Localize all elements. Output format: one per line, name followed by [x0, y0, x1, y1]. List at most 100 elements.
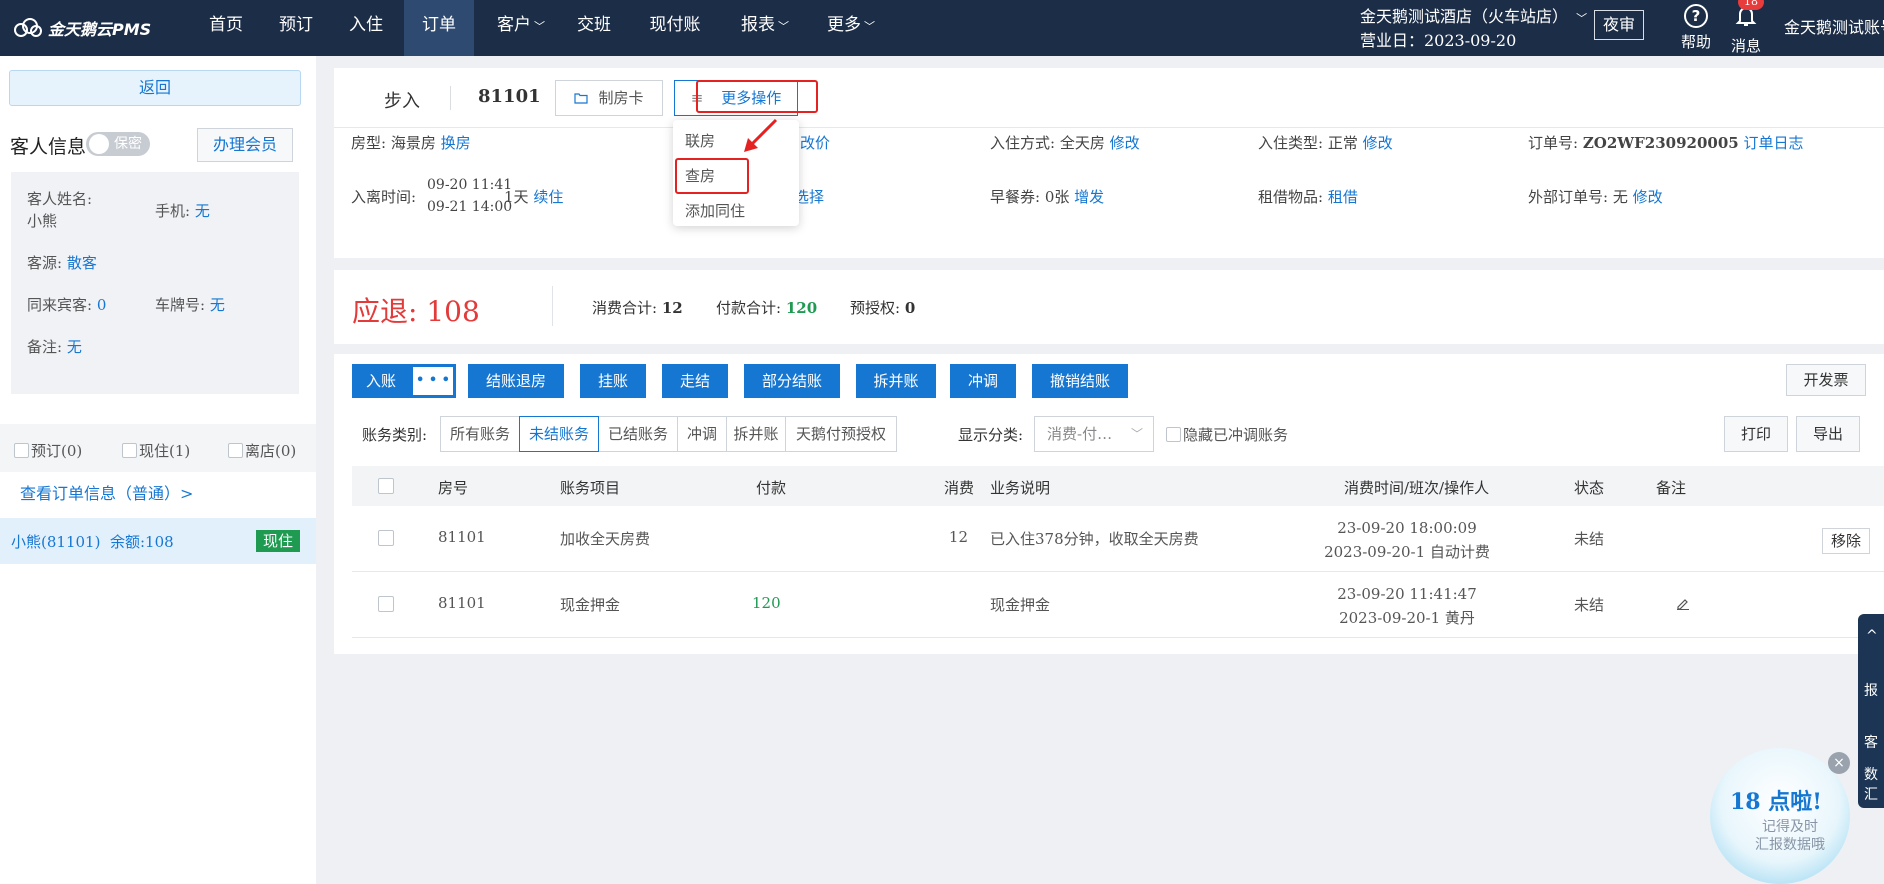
checkout-button[interactable]: 结账退房	[468, 364, 564, 398]
plate-value[interactable]: 无	[210, 296, 225, 314]
add-breakfast-link[interactable]: 增发	[1074, 188, 1104, 206]
night-audit-button[interactable]: 夜审	[1594, 10, 1644, 40]
hotel-name: 金天鹅测试酒店（火车站店）	[1360, 7, 1569, 26]
tab-settled-accounts[interactable]: 已结账务	[598, 416, 678, 452]
menu-item-add-cohabitant[interactable]: 添加同住	[685, 200, 745, 221]
nav-customers[interactable]: 客户 ﹀	[486, 0, 556, 56]
row-checkbox[interactable]	[378, 530, 394, 546]
remove-button[interactable]: 移除	[1822, 528, 1870, 554]
make-room-card-button[interactable]: 制房卡	[555, 80, 663, 116]
tab-split-merge[interactable]: 拆并账	[726, 416, 786, 452]
checkbox[interactable]	[14, 443, 29, 458]
remark-field: 备注: 无	[27, 336, 82, 357]
source-label: 客源:	[27, 254, 63, 272]
walk-settle-button[interactable]: 走结	[662, 364, 728, 398]
register-member-button[interactable]: 办理会员	[197, 128, 293, 162]
select-all-checkbox[interactable]	[378, 478, 394, 494]
nav-booking[interactable]: 预订	[268, 0, 324, 56]
tab-preauth[interactable]: 天鹅付预授权	[785, 416, 897, 452]
checkbox[interactable]	[228, 443, 243, 458]
phone-value[interactable]: 无	[195, 202, 210, 220]
chevron-down-icon: ﹀	[1130, 427, 1143, 441]
display-category-select[interactable]: 消费-付… ﹀	[1034, 416, 1154, 452]
post-entry-more-button[interactable]: • • •	[413, 367, 453, 395]
rental-label: 租借物品:	[1258, 188, 1324, 206]
modify-external-order-link[interactable]: 修改	[1633, 188, 1663, 206]
messages-button[interactable]: 消息	[1726, 4, 1766, 56]
checkbox[interactable]	[122, 443, 137, 458]
undo-settle-button[interactable]: 撤销结账	[1032, 364, 1128, 398]
order-number-value: ZO2WF230920005	[1582, 134, 1739, 152]
remark-value[interactable]: 无	[67, 338, 82, 356]
nav-cash-account[interactable]: 现付账	[640, 0, 710, 56]
change-room-link[interactable]: 换房	[441, 134, 471, 152]
hotel-selector[interactable]: 金天鹅测试酒店（火车站店） ﹀ 营业日：2023-09-20	[1360, 6, 1587, 52]
consume-total-value: 12	[661, 299, 683, 317]
cell-description: 已入住378分钟，收取全天房费	[990, 530, 1199, 548]
modify-checkin-type-link[interactable]: 修改	[1363, 134, 1393, 152]
table-row[interactable]: 81101 现金押金 120 现金押金 23-09-20 11:41:47 20…	[352, 572, 1884, 638]
guest-name-value[interactable]: 小熊	[27, 210, 57, 231]
companions-value[interactable]: 0	[97, 296, 107, 314]
divider	[552, 286, 553, 326]
nights-value: 1天	[504, 188, 529, 206]
help-button[interactable]: ? 帮助	[1676, 4, 1716, 52]
app-logo[interactable]: 金天鹅云PMS	[12, 14, 151, 42]
side-item-data[interactable]: 数	[1864, 764, 1878, 784]
cell-item: 现金押金	[560, 596, 621, 614]
export-button[interactable]: 导出	[1796, 416, 1860, 452]
print-button[interactable]: 打印	[1724, 416, 1788, 452]
reminder-line-2: 汇报数据哦	[1755, 837, 1825, 853]
user-menu[interactable]: 金天鹅测试账号	[1784, 14, 1884, 38]
order-entry[interactable]: 小熊(81101) 余额:108 现住	[0, 518, 316, 564]
order-guest-room: 小熊(81101)	[11, 533, 101, 551]
rental-link[interactable]: 租借	[1328, 188, 1358, 206]
back-button[interactable]: 返回	[9, 70, 301, 106]
refund-amount: 应退: 108	[352, 290, 480, 330]
post-entry-button[interactable]: 入账	[352, 364, 410, 398]
source-value[interactable]: 散客	[67, 254, 97, 272]
filter-checked-out[interactable]: 离店(0)	[228, 440, 296, 461]
order-log-link[interactable]: 订单日志	[1744, 134, 1804, 152]
nav-shift[interactable]: 交班	[566, 0, 622, 56]
side-item-summary[interactable]: 汇	[1864, 784, 1878, 804]
extend-stay-link[interactable]: 续住	[533, 188, 563, 206]
table-row[interactable]: 81101 加收全天房费 12 已入住378分钟，收取全天房费 23-09-20…	[352, 506, 1884, 572]
side-quick-panel: ^ 报 客 数 汇	[1858, 614, 1884, 808]
messages-label: 消息	[1730, 37, 1761, 55]
hide-reversed-checkbox[interactable]: 隐藏已冲调账务	[1166, 424, 1288, 445]
cell-shift-operator: 2023-09-20-1 自动计费	[1324, 543, 1490, 561]
invoice-button[interactable]: 开发票	[1786, 364, 1866, 396]
edit-icon[interactable]	[1676, 596, 1690, 610]
order-entry-name: 小熊(81101) 余额:108	[11, 531, 174, 552]
menu-item-link-room[interactable]: 联房	[685, 130, 715, 151]
tab-unsettled-accounts[interactable]: 未结账务	[519, 416, 599, 452]
nav-orders[interactable]: 订单	[404, 0, 474, 56]
split-merge-button[interactable]: 拆并账	[856, 364, 936, 398]
nav-checkin[interactable]: 入住	[338, 0, 394, 56]
col-consume: 消费	[944, 479, 975, 497]
cell-room: 81101	[438, 528, 486, 546]
view-order-info-link[interactable]: 查看订单信息（普通）>	[20, 480, 193, 504]
hang-account-button[interactable]: 挂账	[580, 364, 646, 398]
side-item-report[interactable]: 报	[1864, 680, 1878, 700]
secret-toggle[interactable]: 保密	[86, 132, 150, 156]
partial-settle-button[interactable]: 部分结账	[744, 364, 840, 398]
collapse-icon[interactable]: ^	[1866, 628, 1878, 644]
filter-reserved[interactable]: 预订(0)	[14, 440, 82, 461]
filter-in-house[interactable]: 现住(1)	[122, 440, 190, 461]
row-checkbox[interactable]	[378, 596, 394, 612]
nav-home[interactable]: 首页	[198, 0, 254, 56]
change-price-field: 改价	[800, 132, 830, 153]
nav-reports[interactable]: 报表 ﹀	[730, 0, 800, 56]
modify-checkin-mode-link[interactable]: 修改	[1110, 134, 1140, 152]
close-icon[interactable]: ×	[1828, 752, 1850, 774]
side-item-customer[interactable]: 客	[1864, 732, 1878, 752]
tab-all-accounts[interactable]: 所有账务	[440, 416, 520, 452]
tab-reversed[interactable]: 冲调	[677, 416, 727, 452]
filter-checked-out-label: 离店(0)	[245, 442, 297, 460]
nav-more[interactable]: 更多 ﹀	[816, 0, 886, 56]
reverse-button[interactable]: 冲调	[950, 364, 1016, 398]
checkbox[interactable]	[1166, 427, 1181, 442]
change-price-link[interactable]: 改价	[800, 134, 830, 152]
